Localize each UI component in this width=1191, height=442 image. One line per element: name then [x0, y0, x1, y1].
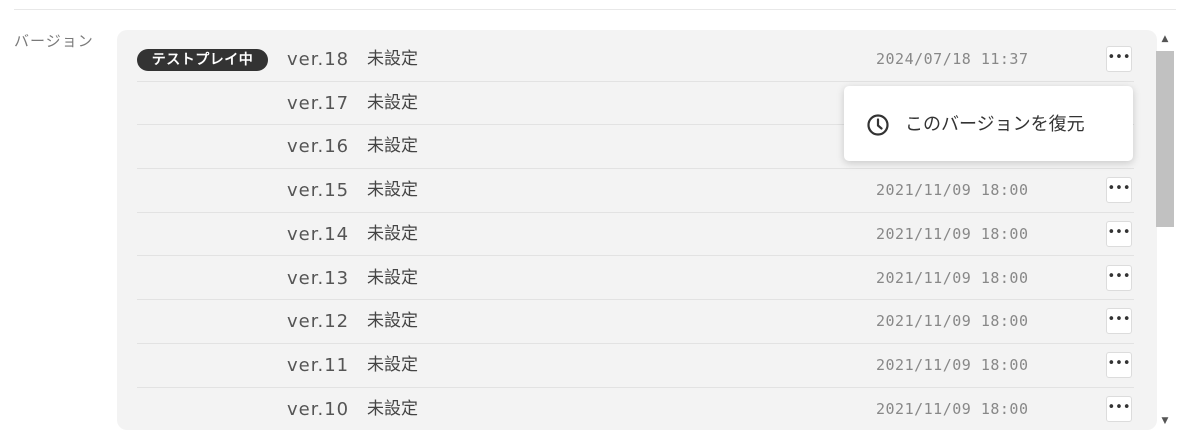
more-button[interactable]: ••• — [1106, 351, 1132, 378]
version-name: 未設定 — [367, 267, 418, 288]
restore-version-label[interactable]: このバージョンを復元 — [905, 86, 1085, 163]
section-label: バージョン — [14, 32, 94, 50]
more-button[interactable]: ••• — [1106, 308, 1132, 335]
version-date: 2021/11/09 18:00 — [876, 355, 1029, 374]
scrollbar[interactable]: ▲ ▼ — [1156, 30, 1174, 430]
version-name: 未設定 — [367, 354, 418, 375]
scroll-down-arrow-icon[interactable]: ▼ — [1156, 412, 1174, 430]
version-number: ver.11 — [287, 354, 350, 376]
version-number: ver.18 — [287, 49, 350, 70]
scroll-thumb[interactable] — [1156, 51, 1174, 227]
version-row: ver.12 未設定 2021/11/09 18:00 ••• — [137, 300, 1134, 344]
version-name: 未設定 — [367, 180, 418, 201]
top-divider — [14, 9, 1176, 10]
restore-version-menu[interactable]: このバージョンを復元 — [844, 86, 1133, 161]
version-row: ver.13 未設定 2021/11/09 18:00 ••• — [137, 257, 1134, 301]
version-number: ver.15 — [287, 180, 350, 202]
more-button[interactable]: ••• — [1106, 177, 1132, 204]
version-row: テストプレイ中 ver.18 未設定 2024/07/18 11:37 ••• — [137, 38, 1134, 82]
version-name: 未設定 — [367, 136, 418, 157]
version-name: 未設定 — [367, 223, 418, 244]
version-name: 未設定 — [367, 92, 418, 113]
version-name: 未設定 — [367, 49, 418, 69]
more-button[interactable]: ••• — [1106, 264, 1132, 291]
version-number: ver.14 — [287, 223, 350, 245]
version-date: 2021/11/09 18:00 — [876, 181, 1029, 200]
version-number: ver.12 — [287, 311, 350, 333]
clock-icon — [867, 114, 889, 136]
version-row: ver.10 未設定 2021/11/09 18:00 ••• — [137, 388, 1134, 430]
more-button[interactable]: ••• — [1106, 395, 1132, 422]
version-date: 2024/07/18 11:37 — [876, 50, 1029, 68]
more-button[interactable]: ••• — [1106, 46, 1132, 72]
version-number: ver.10 — [287, 398, 350, 420]
version-row: ver.11 未設定 2021/11/09 18:00 ••• — [137, 344, 1134, 388]
version-number: ver.13 — [287, 267, 350, 289]
version-number: ver.16 — [287, 136, 350, 158]
version-row: ver.14 未設定 2021/11/09 18:00 ••• — [137, 213, 1134, 257]
version-name: 未設定 — [367, 311, 418, 332]
scroll-up-arrow-icon[interactable]: ▲ — [1156, 30, 1174, 48]
version-number: ver.17 — [287, 92, 350, 114]
version-row: ver.15 未設定 2021/11/09 18:00 ••• — [137, 169, 1134, 213]
test-play-badge: テストプレイ中 — [137, 49, 268, 71]
version-date: 2021/11/09 18:00 — [876, 224, 1029, 243]
version-name: 未設定 — [367, 398, 418, 419]
version-date: 2021/11/09 18:00 — [876, 268, 1029, 287]
more-button[interactable]: ••• — [1106, 220, 1132, 247]
version-date: 2021/11/09 18:00 — [876, 399, 1029, 418]
version-date: 2021/11/09 18:00 — [876, 312, 1029, 331]
